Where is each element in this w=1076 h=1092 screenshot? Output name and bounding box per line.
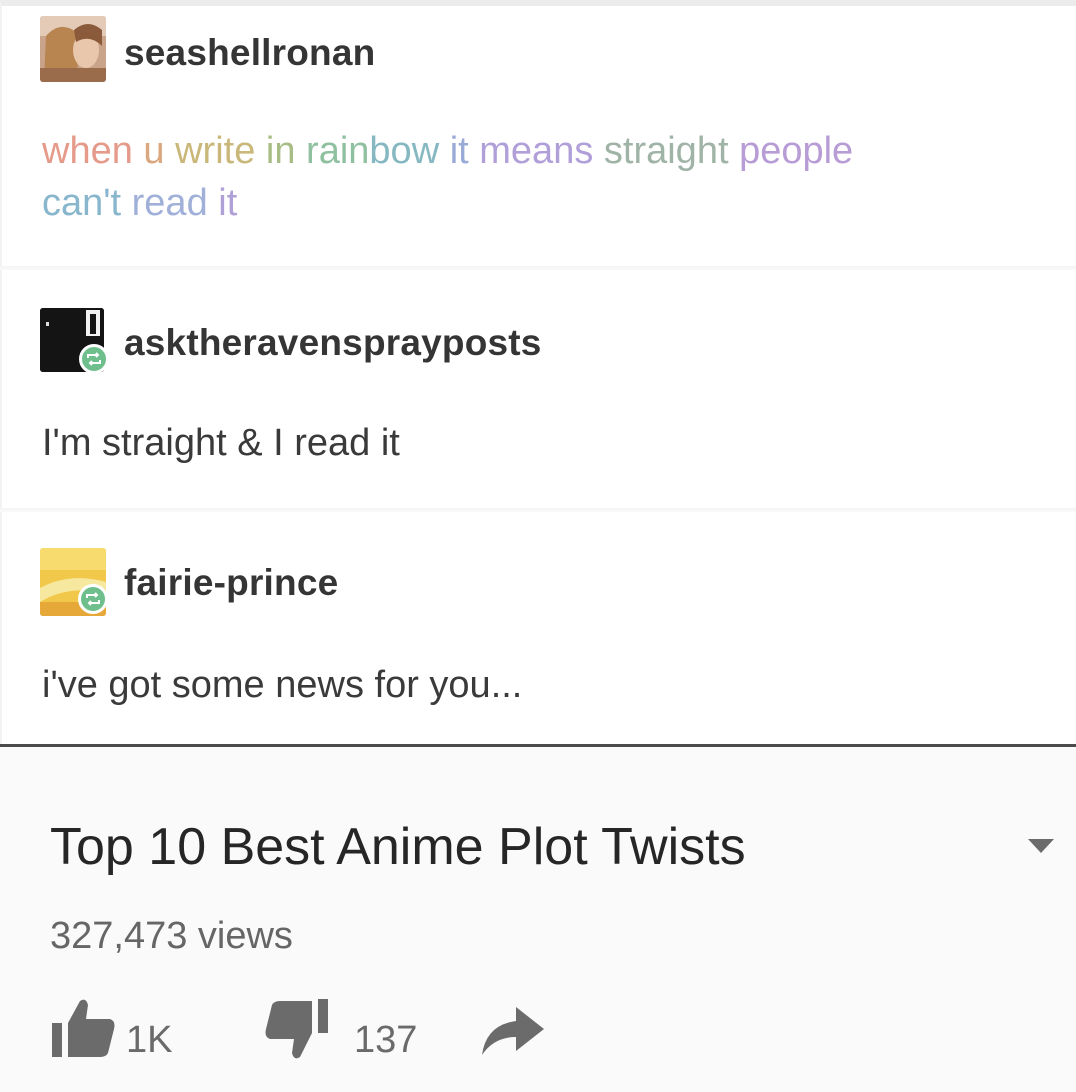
post-username[interactable]: asktheravensprayposts [124,322,542,364]
like-button[interactable]: 1K [50,991,200,1061]
rainbow-word: bow [369,130,450,172]
post-body: i've got some news for you... [42,664,523,706]
rainbow-word: can't [42,182,132,224]
rainbow-word: in [265,130,307,172]
post-body: I'm straight & I read it [42,422,400,464]
rainbow-word: u [143,130,176,172]
avatar[interactable] [40,16,106,82]
like-count: 1K [126,1019,173,1061]
reblog-icon [78,584,108,614]
rainbow-word: people [739,130,854,172]
thumbs-down-icon [265,999,328,1059]
post-seashellronan: seashellronan when u write in rainbow it… [0,6,1076,268]
thumbs-up-icon [52,999,115,1057]
rainbow-text-line-2: can't read it [42,182,237,225]
rainbow-text-line-1: when u write in rainbow it means straigh… [42,130,853,173]
rainbow-word: rain [306,130,370,172]
post-username[interactable]: seashellronan [124,32,375,74]
rainbow-word: means [479,130,604,172]
rainbow-word: write [175,130,266,172]
rainbow-word: it [218,182,238,224]
dislike-button[interactable]: 137 [262,991,442,1061]
post-asktheravensprayposts: asktheravensprayposts I'm straight & I r… [0,268,1076,510]
video-info-panel: Top 10 Best Anime Plot Twists 327,473 vi… [0,747,1076,1092]
reblog-icon [79,344,109,374]
rainbow-word: it [449,130,480,172]
share-button[interactable] [480,991,550,1061]
view-count: 327,473 views [50,915,293,957]
post-fairie-prince: fairie-prince i've got some news for you… [0,510,1076,746]
share-arrow-icon [482,1007,544,1055]
dislike-count: 137 [354,1019,418,1061]
rainbow-word: when [42,130,144,172]
rainbow-word: read [131,182,219,224]
chevron-down-icon[interactable] [1028,839,1054,853]
rainbow-word: straight [603,130,740,172]
post-username[interactable]: fairie-prince [124,562,338,604]
video-title: Top 10 Best Anime Plot Twists [50,818,746,876]
